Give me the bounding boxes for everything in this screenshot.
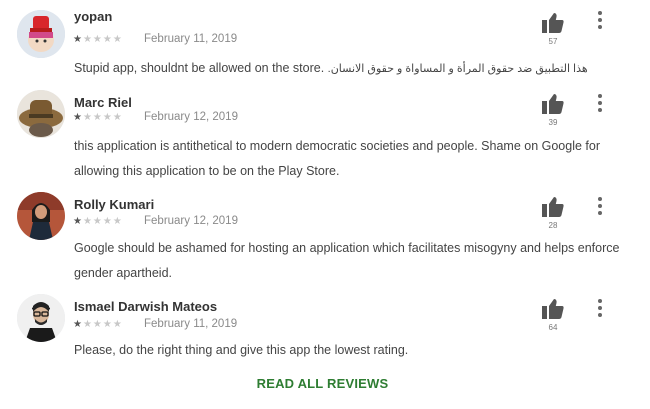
avatar[interactable] — [17, 90, 65, 138]
reviewer-name: Rolly Kumari — [74, 197, 155, 212]
review-date: February 12, 2019 — [144, 215, 238, 227]
star-filled-icon: ★ — [73, 112, 83, 123]
more-options-icon[interactable] — [594, 94, 606, 114]
review-item: Rolly Kumari ★★★★★ February 12, 2019 28 … — [0, 188, 650, 288]
helpful-count: 39 — [548, 118, 558, 127]
star-rating: ★★★★★ — [73, 112, 123, 124]
thumbs-up-icon[interactable] — [541, 93, 565, 115]
review-text-en: Stupid app, shouldnt be allowed on the s… — [74, 61, 325, 75]
reviewer-name: Ismael Darwish Mateos — [74, 299, 218, 314]
star-filled-icon: ★ — [73, 216, 83, 227]
avatar[interactable] — [17, 192, 65, 240]
star-empty-icon: ★★★★ — [82, 319, 123, 330]
avatar[interactable] — [17, 10, 65, 58]
read-all-reviews-button[interactable]: READ ALL REVIEWS — [0, 376, 645, 391]
review-date: February 12, 2019 — [144, 111, 238, 123]
more-options-icon[interactable] — [594, 197, 606, 217]
review-text: Stupid app, shouldnt be allowed on the s… — [74, 56, 636, 82]
review-text: Google should be ashamed for hosting an … — [74, 241, 620, 280]
more-options-icon[interactable] — [594, 299, 606, 319]
review-date: February 11, 2019 — [144, 33, 238, 45]
review-item: Marc Riel ★★★★★ February 12, 2019 39 thi… — [0, 86, 650, 186]
review-item: Ismael Darwish Mateos ★★★★★ February 11,… — [0, 290, 650, 370]
reviewer-name: Marc Riel — [74, 95, 132, 110]
star-empty-icon: ★★★★ — [82, 34, 123, 45]
avatar[interactable] — [17, 294, 65, 342]
review-date: February 11, 2019 — [144, 318, 238, 330]
star-rating: ★★★★★ — [73, 319, 123, 331]
review-text: Please, do the right thing and give this… — [74, 343, 409, 357]
star-rating: ★★★★★ — [73, 34, 123, 46]
helpful-count: 64 — [548, 323, 558, 332]
more-options-icon[interactable] — [594, 11, 606, 31]
thumbs-up-icon[interactable] — [541, 298, 565, 320]
thumbs-up-icon[interactable] — [541, 196, 565, 218]
star-empty-icon: ★★★★ — [82, 112, 123, 123]
helpful-count: 57 — [548, 37, 558, 46]
review-text: this application is antithetical to mode… — [74, 139, 600, 178]
reviewer-name: yopan — [74, 9, 113, 24]
star-empty-icon: ★★★★ — [82, 216, 123, 227]
star-filled-icon: ★ — [73, 319, 83, 330]
star-rating: ★★★★★ — [73, 216, 123, 228]
star-filled-icon: ★ — [73, 34, 83, 45]
review-text-ar: هذا التطبيق ضد حقوق المرأة و المساواة و … — [327, 63, 588, 75]
helpful-count: 28 — [548, 221, 558, 230]
review-item: yopan ★★★★★ February 11, 2019 57 Stupid … — [0, 0, 650, 92]
thumbs-up-icon[interactable] — [541, 12, 565, 34]
